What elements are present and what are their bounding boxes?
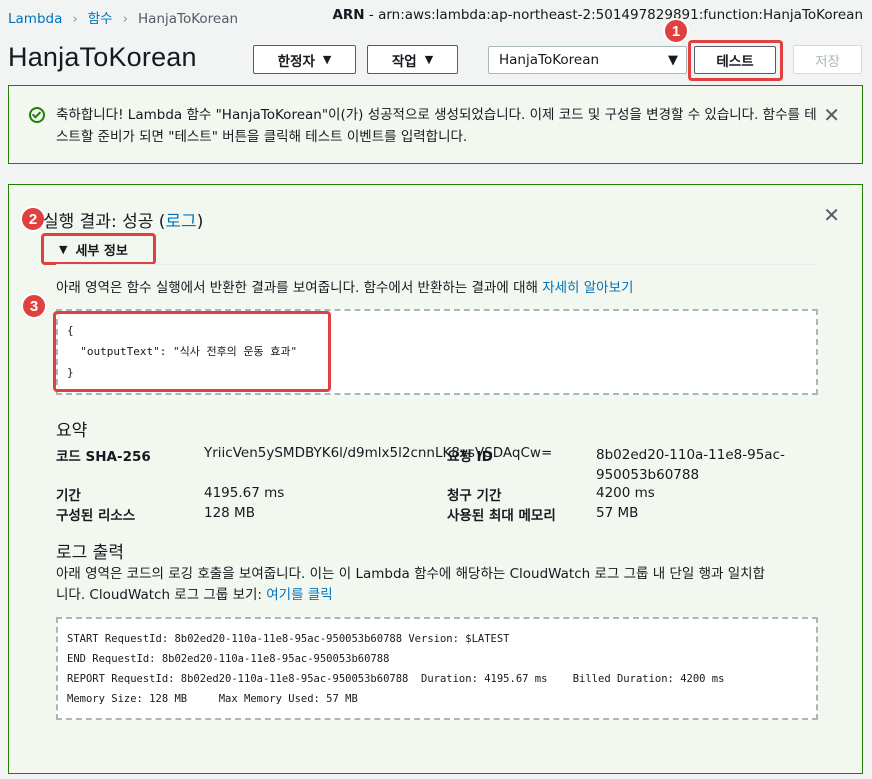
close-icon[interactable]: ✕ <box>823 103 840 127</box>
actions-label: 작업 <box>391 53 417 70</box>
annotation-badge-1: 1 <box>663 18 689 44</box>
test-event-selected: HanjaToKorean <box>499 52 600 68</box>
learn-more-link[interactable]: 자세히 알아보기 <box>542 280 633 296</box>
test-event-select[interactable]: HanjaToKorean ▼ <box>488 46 687 74</box>
caret-down-icon: ▼ <box>424 53 434 66</box>
result-description: 아래 영역은 함수 실행에서 반환한 결과를 보여줍니다. 함수에서 반환하는 … <box>56 276 633 296</box>
log-heading: 로그 출력 <box>56 543 124 563</box>
summary-heading: 요약 <box>56 421 88 441</box>
breadcrumb-lambda-link[interactable]: Lambda <box>8 11 62 27</box>
qualifiers-label: 한정자 <box>277 53 315 70</box>
max-memory-value: 57 MB <box>596 505 639 521</box>
log-line: START RequestId: 8b02ed20-110a-11e8-95ac… <box>67 633 510 645</box>
caret-down-icon: ▼ <box>322 53 332 66</box>
arn-label: ARN <box>332 7 365 23</box>
page-title: HanjaToKorean <box>8 42 197 72</box>
chevron-right-icon: › <box>122 11 129 27</box>
divider <box>56 264 818 265</box>
breadcrumb-functions-link[interactable]: 함수 <box>88 11 113 27</box>
chevron-right-icon: › <box>72 11 78 27</box>
result-description-text: 아래 영역은 함수 실행에서 반환한 결과를 보여줍니다. 함수에서 반환하는 … <box>56 280 543 296</box>
success-banner: 축하합니다! Lambda 함수 "HanjaToKorean"이(가) 성공적… <box>8 85 863 164</box>
resources-label: 구성된 리소스 <box>56 508 136 524</box>
actions-button[interactable]: 작업 ▼ <box>367 45 458 74</box>
breadcrumb-current: HanjaToKorean <box>138 11 239 27</box>
request-id-label: 요청 ID <box>447 449 493 465</box>
annotation-box-2 <box>41 233 156 265</box>
breadcrumb: Lambda › 함수 › HanjaToKorean <box>8 7 238 27</box>
save-button[interactable]: 저장 <box>793 45 862 74</box>
log-description-line: 아래 영역은 코드의 로깅 호출을 보여줍니다. 이는 이 Lambda 함수에… <box>56 566 765 582</box>
billed-duration-value: 4200 ms <box>596 485 655 501</box>
log-description: 아래 영역은 코드의 로깅 호출을 보여줍니다. 이는 이 Lambda 함수에… <box>56 564 821 606</box>
banner-message: 축하합니다! Lambda 함수 "HanjaToKorean"이(가) 성공적… <box>56 107 817 145</box>
duration-value: 4195.67 ms <box>204 485 285 501</box>
function-arn: ARN - arn:aws:lambda:ap-northeast-2:5014… <box>332 7 863 23</box>
caret-down-icon: ▼ <box>668 53 678 68</box>
code-sha-value: YriicVen5ySMDBYK6l/d9mlx5l2cnnLK8vsVSDAq… <box>204 445 553 461</box>
arn-value: arn:aws:lambda:ap-northeast-2:5014978298… <box>378 7 863 23</box>
result-title-suffix: ) <box>196 212 204 232</box>
result-status: 실행 결과: 성공 ( <box>43 212 166 232</box>
request-id-value: 8b02ed20-110a-11e8-95ac-950053b60788 <box>596 447 785 483</box>
duration-label: 기간 <box>56 488 81 504</box>
logs-link[interactable]: 로그 <box>165 212 196 232</box>
result-title: 실행 결과: 성공 (로그) <box>43 207 203 232</box>
annotation-box-3 <box>53 311 331 392</box>
log-line: REPORT RequestId: 8b02ed20-110a-11e8-95a… <box>67 673 725 685</box>
cloudwatch-link[interactable]: 여기를 클릭 <box>266 587 332 603</box>
resources-value: 128 MB <box>204 505 255 521</box>
log-description-text: 니다. CloudWatch 로그 그룹 보기: <box>56 587 267 603</box>
qualifiers-button[interactable]: 한정자 ▼ <box>253 45 356 74</box>
log-line: Memory Size: 128 MB Max Memory Used: 57 … <box>67 693 358 705</box>
code-sha-label: 코드 SHA-256 <box>56 449 151 465</box>
log-output-text: START RequestId: 8b02ed20-110a-11e8-95ac… <box>67 629 724 709</box>
save-button-label: 저장 <box>815 53 840 70</box>
close-icon[interactable]: ✕ <box>823 203 840 227</box>
log-line: END RequestId: 8b02ed20-110a-11e8-95ac-9… <box>67 653 390 665</box>
annotation-badge-3: 3 <box>21 293 47 319</box>
check-circle-icon <box>29 107 45 123</box>
billed-duration-label: 청구 기간 <box>447 488 502 504</box>
log-description-line: 니다. CloudWatch 로그 그룹 보기: 여기를 클릭 <box>56 585 821 606</box>
annotation-box-1 <box>688 40 783 81</box>
max-memory-label: 사용된 최대 메모리 <box>447 508 556 524</box>
